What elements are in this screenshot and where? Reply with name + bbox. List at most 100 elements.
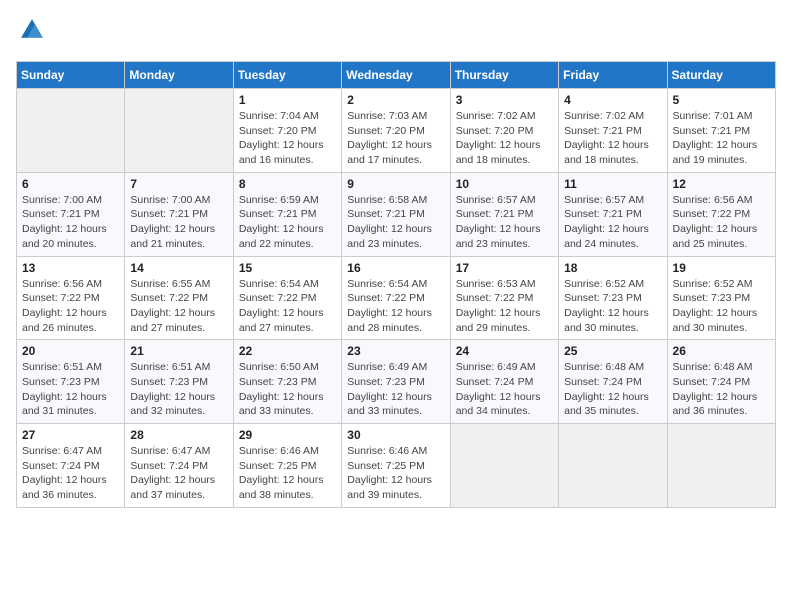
calendar-cell: 22 Sunrise: 6:50 AM Sunset: 7:23 PM Dayli…: [233, 340, 341, 424]
day-number: 1: [239, 93, 336, 107]
calendar-table: SundayMondayTuesdayWednesdayThursdayFrid…: [16, 61, 776, 508]
day-info: Sunrise: 7:01 AM Sunset: 7:21 PM Dayligh…: [673, 109, 770, 168]
day-number: 16: [347, 261, 444, 275]
day-info: Sunrise: 7:00 AM Sunset: 7:21 PM Dayligh…: [130, 193, 227, 252]
day-number: 14: [130, 261, 227, 275]
weekday-header-saturday: Saturday: [667, 62, 775, 89]
calendar-cell: 6Sunrise: 7:00 AM Sunset: 7:21 PM Daylig…: [17, 172, 125, 256]
day-info: Sunrise: 6:49 AM Sunset: 7:23 PM Dayligh…: [347, 360, 444, 419]
calendar-cell: 30Sunrise: 6:46 AM Sunset: 7:25 PM Dayli…: [342, 424, 450, 508]
calendar-cell: 27 Sunrise: 6:47 AM Sunset: 7:24 PM Dayli…: [17, 424, 125, 508]
calendar-cell: 25Sunrise: 6:48 AM Sunset: 7:24 PM Dayli…: [559, 340, 667, 424]
day-info: Sunrise: 6:52 AM Sunset: 7:23 PM Dayligh…: [564, 277, 661, 336]
calendar-cell: 23 Sunrise: 6:49 AM Sunset: 7:23 PM Dayli…: [342, 340, 450, 424]
day-info: Sunrise: 7:02 AM Sunset: 7:20 PM Dayligh…: [456, 109, 553, 168]
day-number: 7: [130, 177, 227, 191]
calendar-cell: 10 Sunrise: 6:57 AM Sunset: 7:21 PM Dayli…: [450, 172, 558, 256]
day-info: Sunrise: 6:50 AM Sunset: 7:23 PM Dayligh…: [239, 360, 336, 419]
calendar-cell: 9 Sunrise: 6:58 AM Sunset: 7:21 PM Daylig…: [342, 172, 450, 256]
day-number: 6: [22, 177, 119, 191]
page-header: [16, 16, 776, 49]
day-number: 23: [347, 344, 444, 358]
day-number: 15: [239, 261, 336, 275]
calendar-cell: 2Sunrise: 7:03 AM Sunset: 7:20 PM Daylig…: [342, 89, 450, 173]
weekday-header-thursday: Thursday: [450, 62, 558, 89]
calendar-cell: 8 Sunrise: 6:59 AM Sunset: 7:21 PM Daylig…: [233, 172, 341, 256]
calendar-cell: [450, 424, 558, 508]
weekday-header-friday: Friday: [559, 62, 667, 89]
day-info: Sunrise: 6:51 AM Sunset: 7:23 PM Dayligh…: [130, 360, 227, 419]
day-info: Sunrise: 6:46 AM Sunset: 7:25 PM Dayligh…: [347, 444, 444, 503]
day-number: 10: [456, 177, 553, 191]
day-number: 3: [456, 93, 553, 107]
day-number: 18: [564, 261, 661, 275]
day-info: Sunrise: 6:57 AM Sunset: 7:21 PM Dayligh…: [456, 193, 553, 252]
day-number: 17: [456, 261, 553, 275]
day-number: 5: [673, 93, 770, 107]
calendar-cell: 17 Sunrise: 6:53 AM Sunset: 7:22 PM Dayli…: [450, 256, 558, 340]
day-info: Sunrise: 6:53 AM Sunset: 7:22 PM Dayligh…: [456, 277, 553, 336]
calendar-cell: 18 Sunrise: 6:52 AM Sunset: 7:23 PM Dayli…: [559, 256, 667, 340]
day-number: 9: [347, 177, 444, 191]
calendar-cell: [17, 89, 125, 173]
calendar-cell: [559, 424, 667, 508]
calendar-cell: 15 Sunrise: 6:54 AM Sunset: 7:22 PM Dayli…: [233, 256, 341, 340]
day-info: Sunrise: 6:54 AM Sunset: 7:22 PM Dayligh…: [347, 277, 444, 336]
day-number: 25: [564, 344, 661, 358]
calendar-week-3: 13 Sunrise: 6:56 AM Sunset: 7:22 PM Dayli…: [17, 256, 776, 340]
day-number: 8: [239, 177, 336, 191]
calendar-cell: 4 Sunrise: 7:02 AM Sunset: 7:21 PM Daylig…: [559, 89, 667, 173]
day-info: Sunrise: 6:46 AM Sunset: 7:25 PM Dayligh…: [239, 444, 336, 503]
calendar-cell: 3 Sunrise: 7:02 AM Sunset: 7:20 PM Daylig…: [450, 89, 558, 173]
weekday-header-tuesday: Tuesday: [233, 62, 341, 89]
day-number: 22: [239, 344, 336, 358]
calendar-week-2: 6 Sunrise: 7:00 AM Sunset: 7:21 PM Daylig…: [17, 172, 776, 256]
calendar-cell: 7 Sunrise: 7:00 AM Sunset: 7:21 PM Daylig…: [125, 172, 233, 256]
day-info: Sunrise: 6:59 AM Sunset: 7:21 PM Dayligh…: [239, 193, 336, 252]
calendar-cell: 1 Sunrise: 7:04 AM Sunset: 7:20 PM Daylig…: [233, 89, 341, 173]
day-info: Sunrise: 7:02 AM Sunset: 7:21 PM Dayligh…: [564, 109, 661, 168]
day-number: 13: [22, 261, 119, 275]
calendar-cell: 26Sunrise: 6:48 AM Sunset: 7:24 PM Dayli…: [667, 340, 775, 424]
day-info: Sunrise: 6:56 AM Sunset: 7:22 PM Dayligh…: [22, 277, 119, 336]
calendar-cell: 28 Sunrise: 6:47 AM Sunset: 7:24 PM Dayli…: [125, 424, 233, 508]
day-info: Sunrise: 6:47 AM Sunset: 7:24 PM Dayligh…: [22, 444, 119, 503]
day-info: Sunrise: 7:03 AM Sunset: 7:20 PM Dayligh…: [347, 109, 444, 168]
calendar-cell: 14 Sunrise: 6:55 AM Sunset: 7:22 PM Dayli…: [125, 256, 233, 340]
calendar-cell: 12 Sunrise: 6:56 AM Sunset: 7:22 PM Dayli…: [667, 172, 775, 256]
day-info: Sunrise: 6:56 AM Sunset: 7:22 PM Dayligh…: [673, 193, 770, 252]
calendar-cell: 13 Sunrise: 6:56 AM Sunset: 7:22 PM Dayli…: [17, 256, 125, 340]
day-info: Sunrise: 6:51 AM Sunset: 7:23 PM Dayligh…: [22, 360, 119, 419]
day-number: 27: [22, 428, 119, 442]
day-info: Sunrise: 6:47 AM Sunset: 7:24 PM Dayligh…: [130, 444, 227, 503]
calendar-cell: 16 Sunrise: 6:54 AM Sunset: 7:22 PM Dayli…: [342, 256, 450, 340]
calendar-week-5: 27 Sunrise: 6:47 AM Sunset: 7:24 PM Dayli…: [17, 424, 776, 508]
day-number: 11: [564, 177, 661, 191]
weekday-header-monday: Monday: [125, 62, 233, 89]
day-info: Sunrise: 6:58 AM Sunset: 7:21 PM Dayligh…: [347, 193, 444, 252]
calendar-cell: 11Sunrise: 6:57 AM Sunset: 7:21 PM Dayli…: [559, 172, 667, 256]
day-info: Sunrise: 6:49 AM Sunset: 7:24 PM Dayligh…: [456, 360, 553, 419]
day-info: Sunrise: 6:48 AM Sunset: 7:24 PM Dayligh…: [673, 360, 770, 419]
day-number: 20: [22, 344, 119, 358]
day-number: 19: [673, 261, 770, 275]
day-number: 28: [130, 428, 227, 442]
weekday-header-sunday: Sunday: [17, 62, 125, 89]
day-number: 12: [673, 177, 770, 191]
calendar-cell: 21Sunrise: 6:51 AM Sunset: 7:23 PM Dayli…: [125, 340, 233, 424]
day-info: Sunrise: 7:04 AM Sunset: 7:20 PM Dayligh…: [239, 109, 336, 168]
day-info: Sunrise: 6:55 AM Sunset: 7:22 PM Dayligh…: [130, 277, 227, 336]
day-number: 24: [456, 344, 553, 358]
calendar-cell: 19 Sunrise: 6:52 AM Sunset: 7:23 PM Dayli…: [667, 256, 775, 340]
calendar-week-4: 20 Sunrise: 6:51 AM Sunset: 7:23 PM Dayli…: [17, 340, 776, 424]
day-number: 4: [564, 93, 661, 107]
weekday-header-row: SundayMondayTuesdayWednesdayThursdayFrid…: [17, 62, 776, 89]
day-info: Sunrise: 6:52 AM Sunset: 7:23 PM Dayligh…: [673, 277, 770, 336]
calendar-week-1: 1 Sunrise: 7:04 AM Sunset: 7:20 PM Daylig…: [17, 89, 776, 173]
calendar-cell: 24 Sunrise: 6:49 AM Sunset: 7:24 PM Dayli…: [450, 340, 558, 424]
logo: [16, 16, 48, 49]
calendar-cell: [667, 424, 775, 508]
weekday-header-wednesday: Wednesday: [342, 62, 450, 89]
day-info: Sunrise: 6:54 AM Sunset: 7:22 PM Dayligh…: [239, 277, 336, 336]
calendar-cell: 20 Sunrise: 6:51 AM Sunset: 7:23 PM Dayli…: [17, 340, 125, 424]
